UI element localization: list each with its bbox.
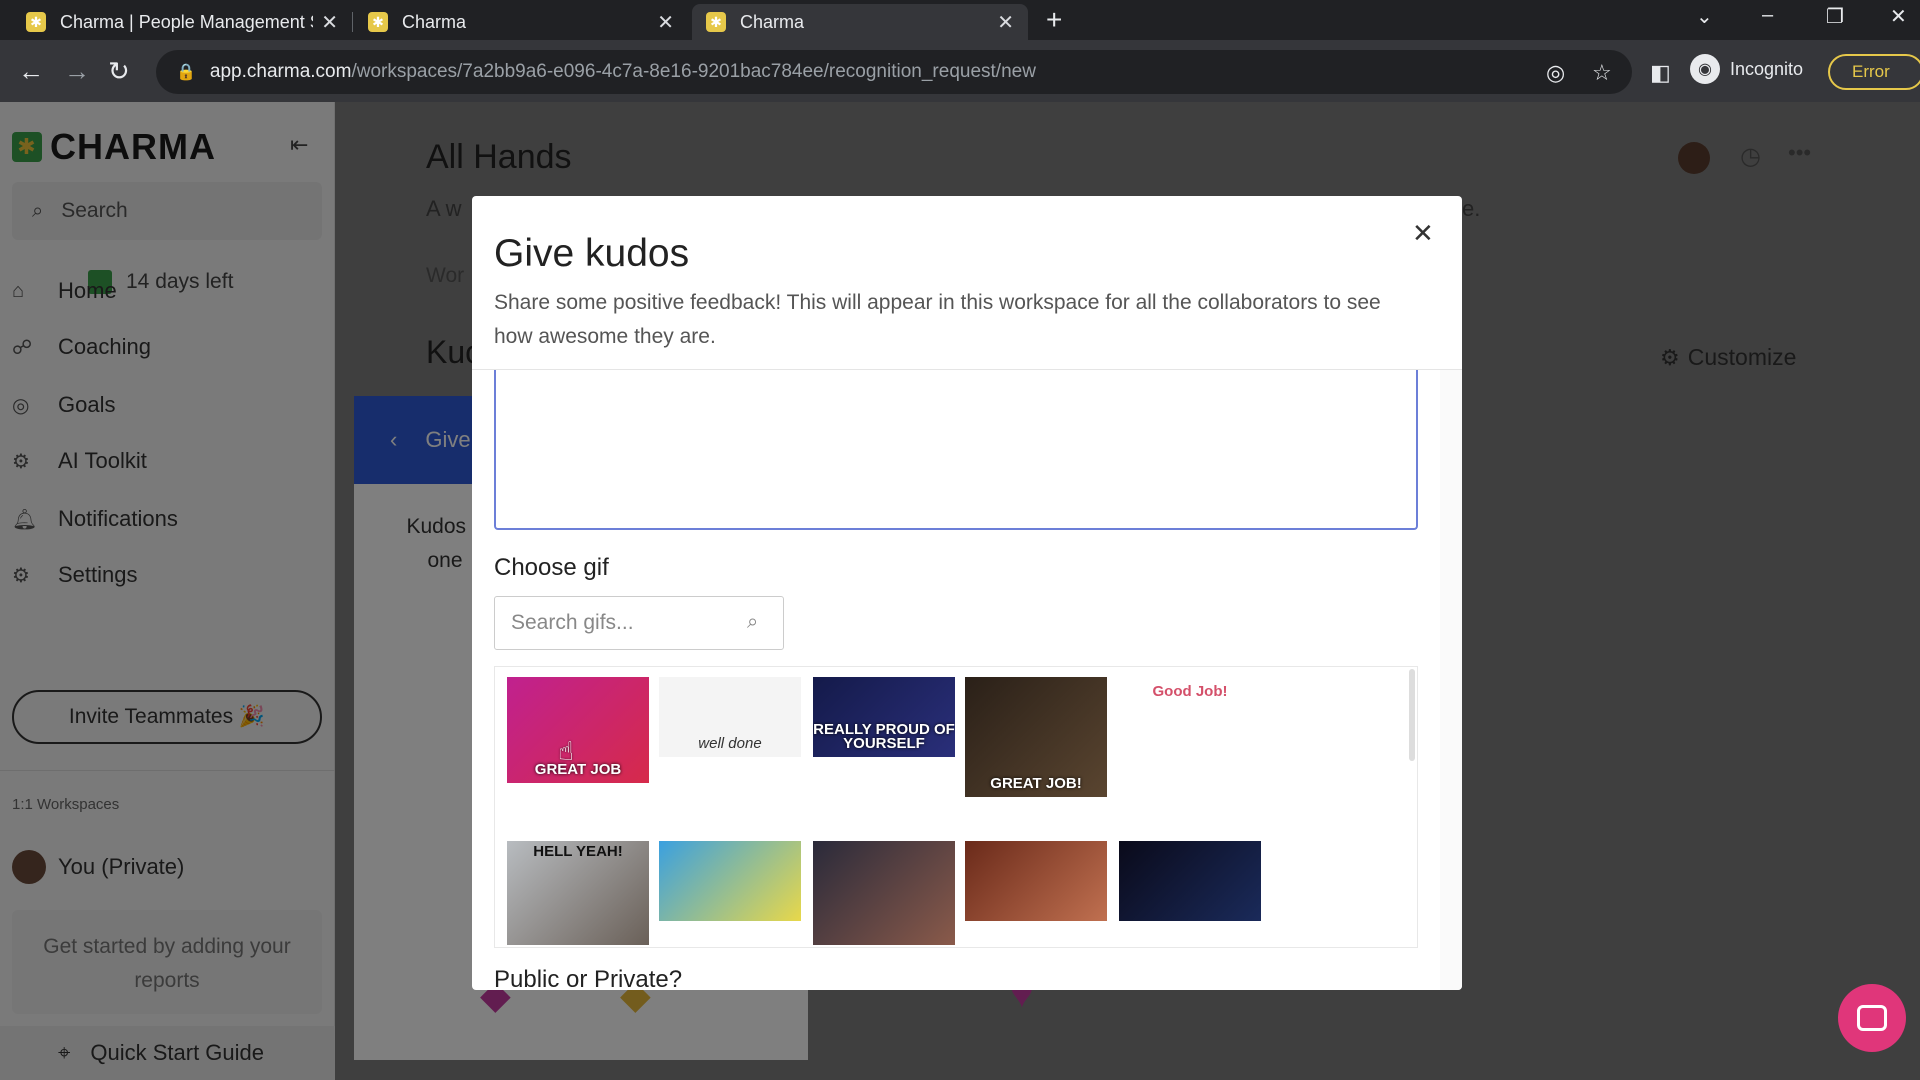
restore-icon[interactable]: ❐: [1826, 4, 1844, 29]
gif-tile[interactable]: [965, 841, 1107, 921]
tab-separator: [352, 12, 353, 32]
gif-grid-scrollbar[interactable]: [1409, 669, 1415, 761]
chat-icon: [1857, 1005, 1887, 1031]
gif-tile[interactable]: well done: [659, 677, 801, 757]
tab-close-icon[interactable]: ✕: [997, 10, 1014, 35]
gif-search-input[interactable]: [495, 597, 735, 649]
incognito-label: Incognito: [1730, 58, 1804, 79]
lock-icon: 🔒: [176, 64, 196, 81]
tab-title: Charma: [740, 11, 805, 32]
url-host: app.charma.com: [209, 61, 352, 82]
tab-title: Charma | People Management S: [60, 11, 314, 32]
minimize-icon[interactable]: –: [1762, 4, 1773, 27]
kudos-message-field[interactable]: [494, 370, 1418, 530]
search-icon: ⌕: [747, 611, 759, 633]
give-kudos-modal: Give kudos Share some positive feedback!…: [472, 196, 1462, 990]
charma-favicon-icon: ✱: [368, 12, 388, 32]
gif-tile[interactable]: GREAT JOB!: [965, 677, 1107, 797]
incognito-indicator[interactable]: ◉ Incognito: [1690, 54, 1803, 84]
modal-scrollbar[interactable]: ▲ ▼: [1440, 370, 1462, 990]
gif-caption: Good Job!: [1152, 683, 1228, 700]
gif-search[interactable]: ⌕: [494, 596, 784, 650]
choose-gif-label: Choose gif: [494, 554, 609, 581]
modal-title: Give kudos: [494, 232, 690, 275]
reload-icon[interactable]: ↻: [108, 56, 130, 87]
browser-tab-3-active[interactable]: ✱ Charma ✕: [692, 4, 1028, 40]
browser-tab-2[interactable]: ✱ Charma ✕: [354, 4, 688, 40]
gif-tile[interactable]: [659, 841, 801, 921]
gif-grid: GREAT JOB well done REALLY PROUD OF YOURSE…: [494, 666, 1418, 948]
browser-tab-1[interactable]: ✱ Charma | People Management S ✕: [12, 4, 352, 40]
gif-tile[interactable]: Good Job!: [1119, 677, 1261, 815]
modal-body[interactable]: Choose gif ⌕ GREAT JOB well done REALLY PR…: [472, 370, 1462, 990]
address-toolbar: ← → ↻ 🔒 app.charma.com/workspaces/7a2bb9…: [0, 40, 1920, 102]
chat-launcher-button[interactable]: [1838, 984, 1906, 1052]
charma-favicon-icon: ✱: [26, 12, 46, 32]
back-arrow-icon[interactable]: ←: [18, 56, 44, 87]
gif-caption: HELL YEAH!: [533, 843, 623, 860]
gif-tile[interactable]: GREAT JOB: [507, 677, 649, 783]
modal-description: Share some positive feedback! This will …: [494, 291, 1381, 348]
charma-favicon-icon: ✱: [706, 12, 726, 32]
tab-close-icon[interactable]: ✕: [321, 10, 338, 35]
gif-tile[interactable]: [813, 841, 955, 945]
incognito-icon: ◉: [1690, 54, 1720, 84]
error-button[interactable]: Error: [1828, 54, 1920, 90]
mouse-cursor-icon: ☝: [558, 736, 574, 766]
star-icon[interactable]: ☆: [1592, 60, 1612, 86]
forward-arrow-icon[interactable]: →: [64, 56, 90, 87]
gif-tile[interactable]: REALLY PROUD OF YOURSELF: [813, 677, 955, 757]
gif-tile[interactable]: HELL YEAH!: [507, 841, 649, 945]
gif-tile[interactable]: [1119, 841, 1261, 921]
window-close-icon[interactable]: ✕: [1890, 4, 1907, 29]
url-bar[interactable]: 🔒 app.charma.com/workspaces/7a2bb9a6-e09…: [156, 50, 1632, 94]
eye-off-icon[interactable]: ◎: [1546, 60, 1565, 86]
side-panel-icon[interactable]: ◧: [1650, 60, 1671, 86]
browser-tab-bar: ✱ Charma | People Management S ✕ ✱ Charm…: [0, 0, 1920, 40]
gif-caption: REALLY PROUD OF YOURSELF: [813, 721, 955, 752]
new-tab-button[interactable]: +: [1046, 4, 1062, 36]
url-path: /workspaces/7a2bb9a6-e096-4c7a-8e16-9201…: [351, 61, 1036, 82]
tab-search-icon[interactable]: ⌄: [1696, 4, 1713, 29]
modal-header: Give kudos Share some positive feedback!…: [472, 196, 1462, 370]
tab-close-icon[interactable]: ✕: [657, 10, 674, 35]
close-icon[interactable]: ✕: [1412, 218, 1434, 249]
tab-title: Charma: [402, 11, 467, 32]
gif-caption: GREAT JOB!: [990, 775, 1082, 792]
public-private-label: Public or Private?: [494, 966, 683, 990]
gif-caption: well done: [698, 735, 762, 752]
gif-caption: GREAT JOB: [534, 761, 622, 778]
